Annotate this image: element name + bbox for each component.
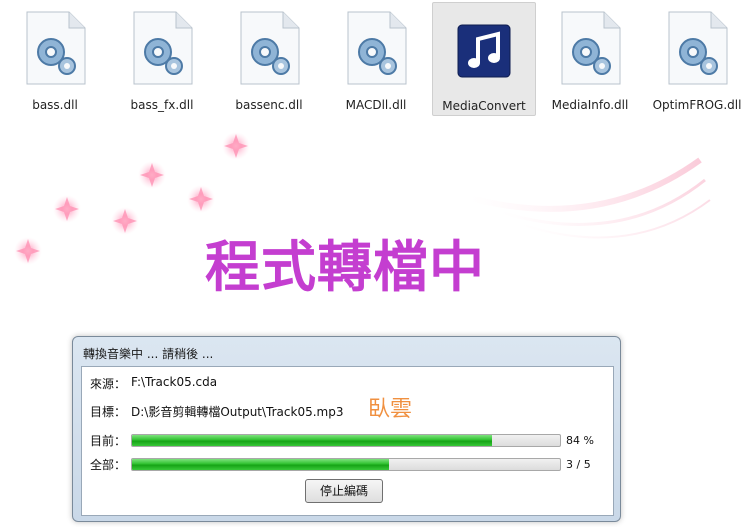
file-list: bass.dll bass_fx.dll bassenc.dll MACDll.…	[0, 0, 748, 120]
total-progress-fill	[132, 459, 389, 470]
watermark-brand: 臥雲	[368, 397, 413, 422]
sparkle-star-icon	[53, 195, 81, 223]
current-progress-text: 84 %	[566, 434, 594, 447]
file-name: bass.dll	[32, 98, 78, 112]
decorative-swoosh	[469, 157, 702, 212]
file-item[interactable]: bassenc.dll	[219, 2, 319, 116]
file-name: MACDll.dll	[345, 98, 407, 112]
dll-gear-icon	[668, 11, 728, 85]
dialog-body: 來源： F:\Track05.cda 目標： D:\影音剪輯轉檔Output\T…	[81, 366, 614, 516]
sparkle-star-icon	[222, 132, 250, 160]
file-item[interactable]: OptimFROG.dll	[647, 2, 747, 116]
current-progress-bar	[131, 434, 561, 447]
dll-gear-icon	[240, 11, 300, 85]
target-path: D:\影音剪輯轉檔Output\Track05.mp3	[131, 405, 344, 419]
file-item-selected[interactable]: MediaConvert	[432, 2, 536, 116]
source-label: 來源：	[90, 377, 127, 391]
file-name: MediaConvert	[442, 99, 526, 113]
total-progress-bar	[131, 458, 561, 471]
dialog-title: 轉換音樂中 ... 請稍後 ...	[83, 347, 214, 361]
total-progress-text: 3 / 5	[566, 458, 591, 471]
dll-gear-icon	[347, 11, 407, 85]
sparkle-star-icon	[14, 237, 42, 265]
file-name: MediaInfo.dll	[551, 98, 629, 112]
sparkle-star-icon	[138, 161, 166, 189]
file-item[interactable]: MACDll.dll	[326, 2, 426, 116]
sparkle-star-icon	[111, 207, 139, 235]
file-item[interactable]: bass_fx.dll	[112, 2, 212, 116]
decorative-swoosh	[519, 199, 711, 239]
file-item[interactable]: bass.dll	[5, 2, 105, 116]
banner-title: 程式轉檔中	[205, 235, 486, 299]
dll-gear-icon	[561, 11, 621, 85]
stop-encoding-button[interactable]: 停止編碼	[305, 479, 383, 503]
current-label: 目前：	[90, 434, 127, 448]
file-name: bass_fx.dll	[130, 98, 194, 112]
source-path: F:\Track05.cda	[131, 375, 218, 389]
conversion-dialog: 轉換音樂中 ... 請稍後 ... 來源： F:\Track05.cda 目標：…	[72, 336, 621, 522]
dll-gear-icon	[26, 11, 86, 85]
file-name: OptimFROG.dll	[652, 98, 742, 112]
music-note-app-icon	[457, 24, 511, 78]
target-label: 目標：	[90, 405, 127, 419]
file-item[interactable]: MediaInfo.dll	[540, 2, 640, 116]
sparkle-star-icon	[187, 185, 215, 213]
total-label: 全部：	[90, 458, 127, 472]
current-progress-fill	[132, 435, 492, 446]
file-name: bassenc.dll	[235, 98, 303, 112]
dll-gear-icon	[133, 11, 193, 85]
